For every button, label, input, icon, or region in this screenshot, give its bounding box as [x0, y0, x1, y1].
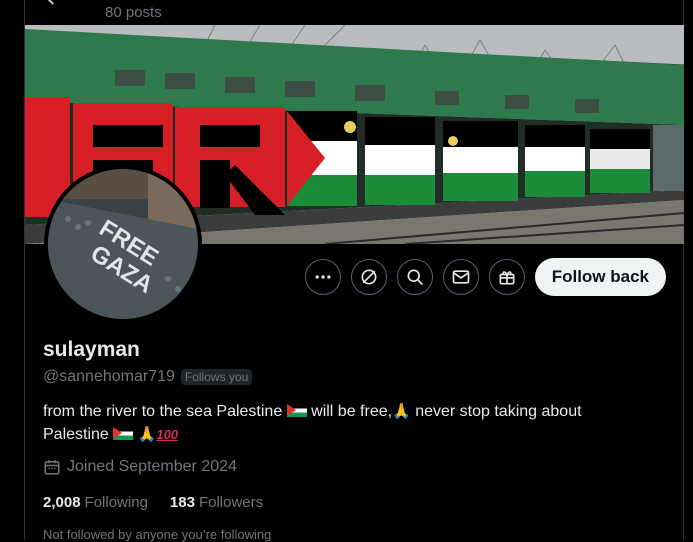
following-count: 2,008 [43, 494, 81, 511]
display-name: sulayman [43, 338, 140, 361]
follow-back-button[interactable]: Follow back [534, 258, 666, 296]
user-handle: @sannehomar719 [43, 368, 175, 385]
hundred-points-icon: 100 [156, 427, 179, 442]
profile-column: 80 posts FREE GAZA Follow back sulayman … [24, 0, 684, 542]
more-button[interactable] [304, 259, 341, 295]
joined-date-row: Joined September 2024 [43, 458, 237, 476]
follow-stats: 2,008 Following 183 Followers [43, 494, 263, 511]
palestine-flag-icon [113, 427, 134, 440]
back-arrow-icon[interactable] [43, 0, 63, 8]
praying-hands-icon: 🙏 [392, 403, 411, 420]
following-label: Following [84, 494, 148, 511]
bio-text-2: will be free, [311, 403, 393, 420]
followers-label: Followers [198, 494, 264, 511]
palestine-flag-icon [286, 404, 307, 417]
search-button[interactable] [396, 259, 433, 295]
message-button[interactable] [442, 259, 479, 295]
follows-you-badge: Follows you [180, 369, 253, 385]
gift-icon [499, 271, 515, 285]
grok-button[interactable] [350, 259, 387, 295]
bio-text-1: from the river to the sea Palestine [43, 403, 283, 420]
search-icon [407, 269, 423, 286]
message-icon [452, 270, 470, 284]
calendar-icon [44, 460, 60, 475]
gift-button[interactable] [488, 259, 525, 295]
handle-row: @sannehomar719 Follows you [43, 368, 253, 386]
posts-count: 80 posts [105, 4, 162, 21]
joined-date: Joined September 2024 [67, 458, 237, 475]
profile-topbar: 80 posts [25, 0, 683, 25]
avatar-image: FREE GAZA [48, 169, 198, 319]
followers-link[interactable]: 183 Followers [170, 494, 263, 511]
profile-bio: from the river to the sea Palestine will… [43, 400, 663, 446]
bio-text-4: Palestine [43, 426, 109, 443]
more-icon [315, 275, 331, 279]
profile-avatar[interactable]: FREE GAZA [44, 165, 202, 323]
grok-icon [361, 269, 377, 285]
following-link[interactable]: 2,008 Following [43, 494, 148, 511]
profile-actions: Follow back [304, 258, 666, 296]
praying-hands-icon: 🙏 [137, 426, 157, 443]
followers-count: 183 [169, 494, 195, 511]
bio-text-3: never stop taking about [415, 403, 582, 420]
